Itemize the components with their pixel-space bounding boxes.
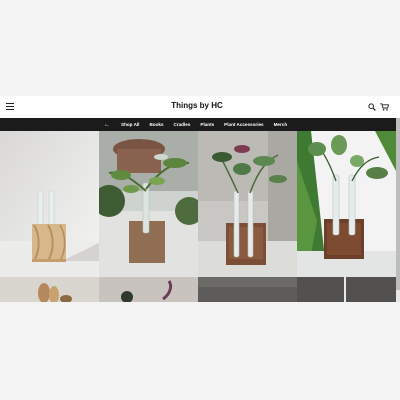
nav-item-shop-all[interactable]: Shop All [121,122,139,127]
main-navigation: ← Shop All Books Cradles Plants Plant Ac… [0,118,400,131]
product-image [99,277,198,302]
nav-item-merch[interactable]: Merch [274,122,288,127]
product-tile-8[interactable] [297,277,396,302]
nav-item-books[interactable]: Books [149,122,163,127]
page-scrollbar[interactable] [396,118,400,302]
product-image [198,277,297,302]
nav-item-cradles[interactable]: Cradles [174,122,191,127]
product-image [0,131,99,277]
site-header: Things by HC [0,96,400,119]
product-image [297,277,396,302]
nav-item-plant-accessories[interactable]: Plant Accessories [224,122,263,127]
product-tile-2[interactable] [99,131,198,277]
product-tile-6[interactable] [99,277,198,302]
search-icon[interactable] [368,103,376,111]
product-image [198,131,297,277]
product-image [297,131,396,277]
nav-item-plants[interactable]: Plants [200,122,214,127]
scrollbar-thumb[interactable] [396,118,400,290]
product-tile-5[interactable] [0,277,99,302]
product-grid [0,131,396,302]
product-tile-1[interactable] [0,131,99,277]
product-tile-7[interactable] [198,277,297,302]
site-title[interactable]: Things by HC [0,101,394,110]
product-tile-4[interactable] [297,131,396,277]
product-image [99,131,198,277]
cart-icon[interactable] [380,103,389,111]
product-image [0,277,99,302]
store-page: Things by HC ← Shop All Books Cradles Pl… [0,96,400,302]
product-tile-3[interactable] [198,131,297,277]
arrow-left-icon[interactable]: ← [104,122,110,128]
